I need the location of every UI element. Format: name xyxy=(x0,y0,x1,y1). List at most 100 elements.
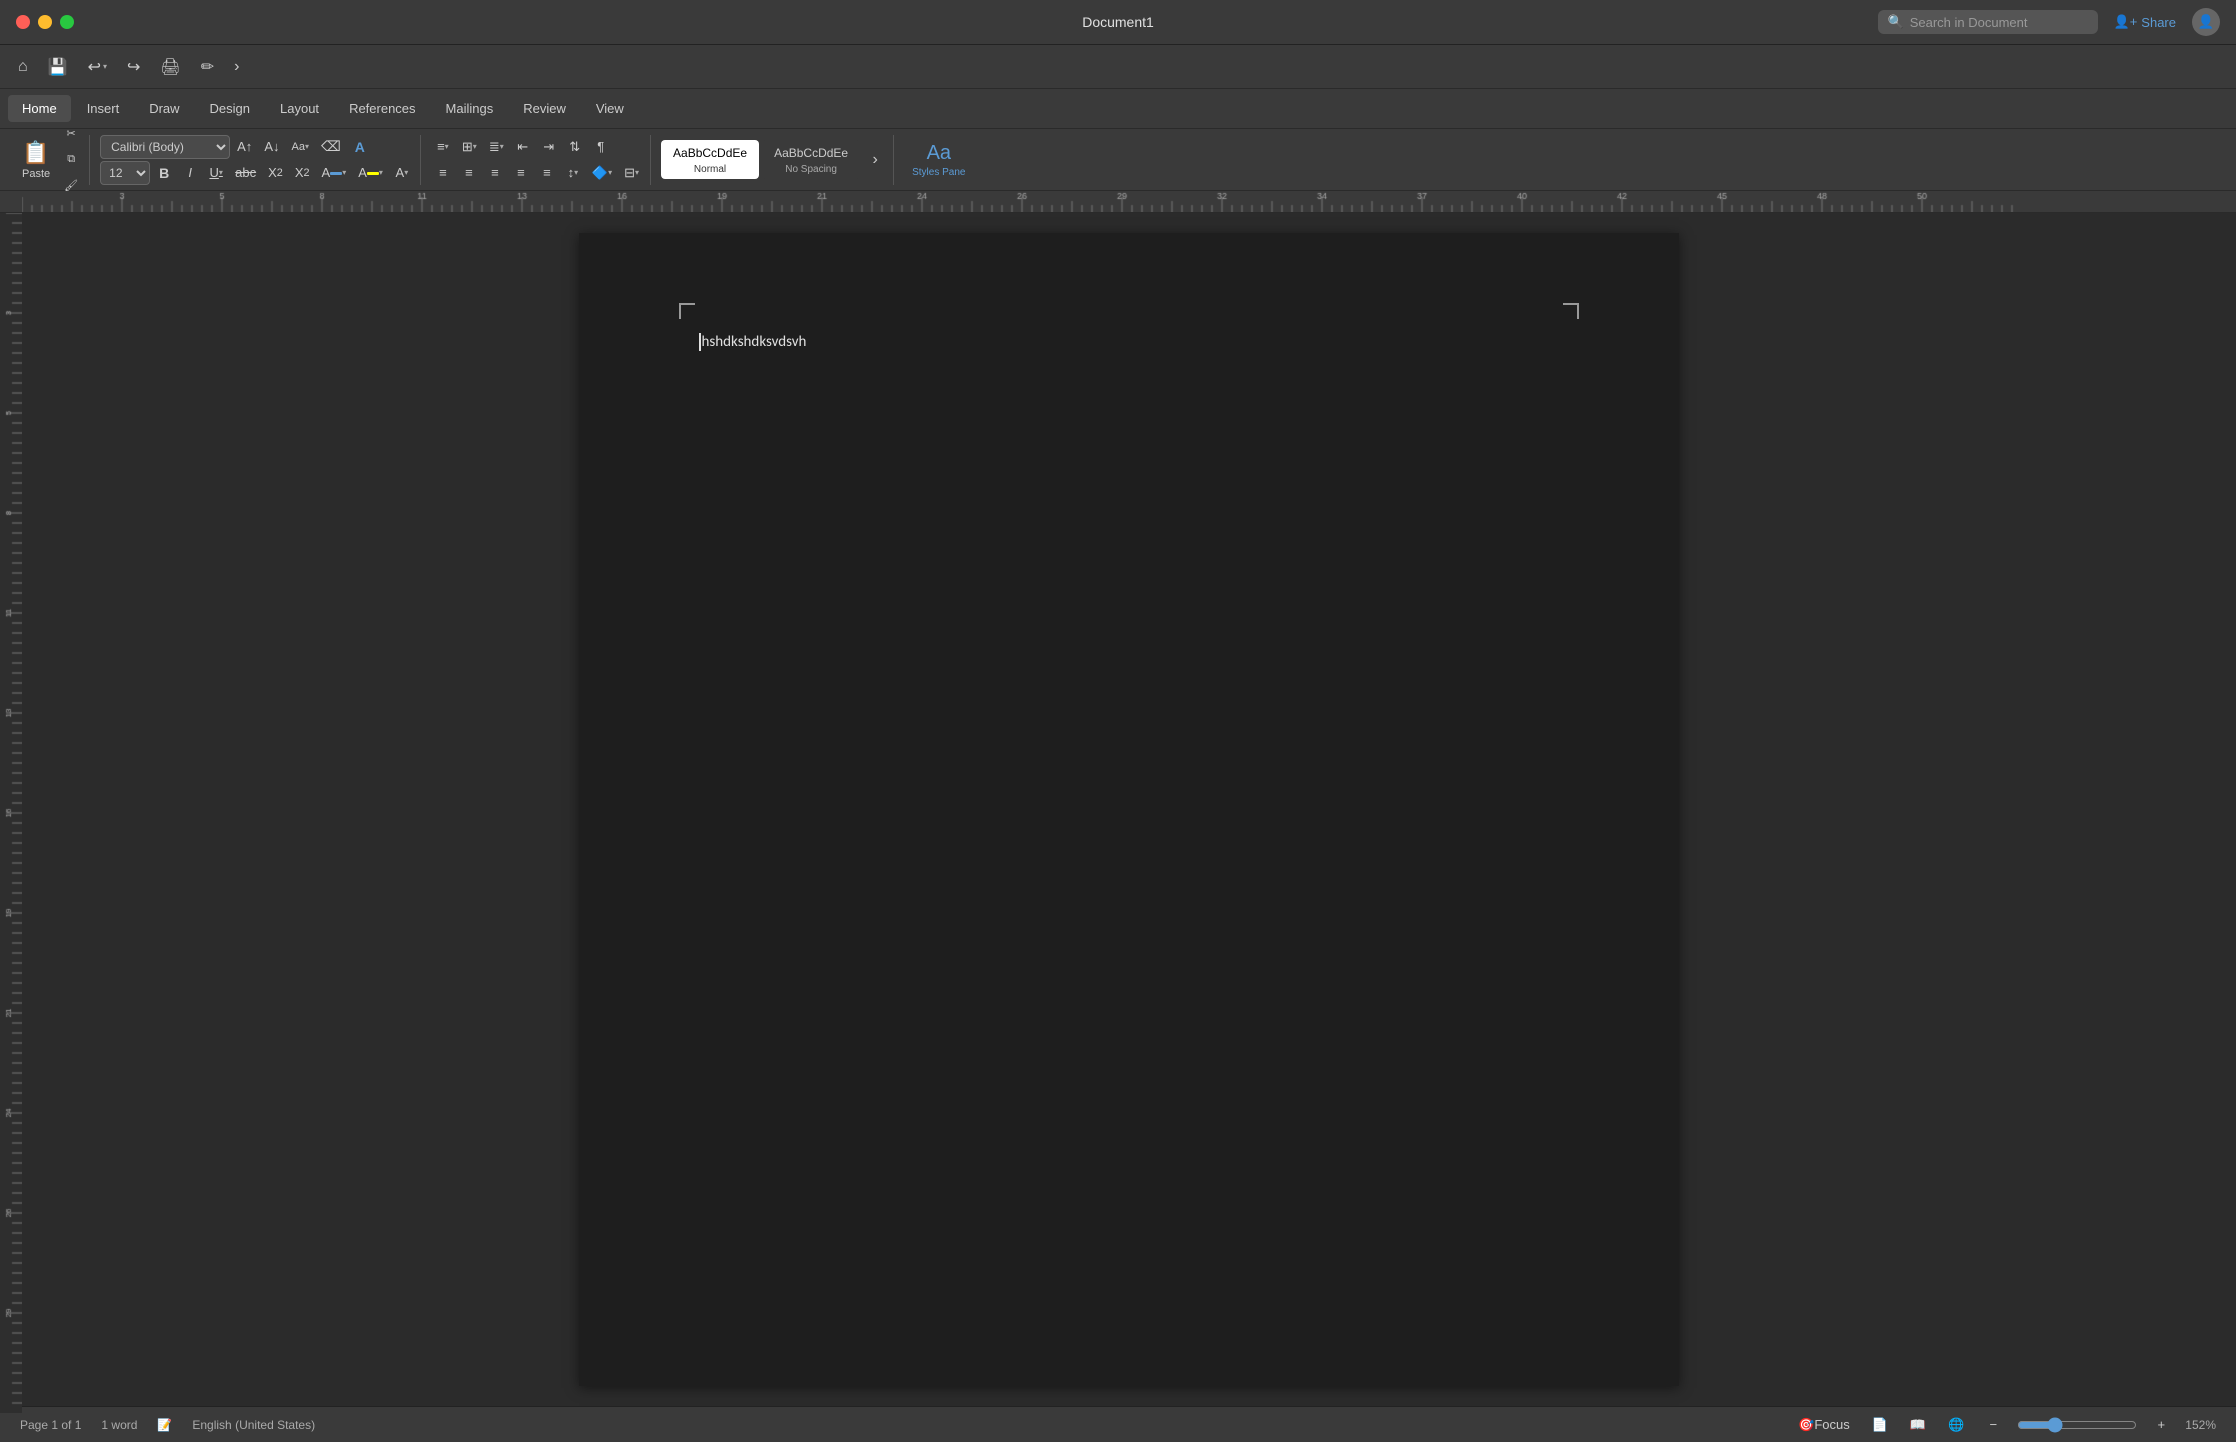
ribbon: 📋 Paste ✂ ⧉ 🖌 Calibri (Body) A↑ A↓ Aa▾ ⌫… xyxy=(0,129,2236,191)
styles-scroll-button[interactable]: › xyxy=(863,148,887,172)
tab-layout[interactable]: Layout xyxy=(266,95,333,122)
tab-design[interactable]: Design xyxy=(196,95,264,122)
decrease-indent-button[interactable]: ⇤ xyxy=(511,135,535,159)
paste-group: 📋 Paste ✂ ⧉ 🖌 xyxy=(10,135,90,185)
font-family-selector[interactable]: Calibri (Body) xyxy=(100,135,230,159)
align-right-button[interactable]: ≡ xyxy=(483,161,507,185)
search-placeholder: Search in Document xyxy=(1910,15,2028,30)
style-normal[interactable]: AaBbCcDdEe Normal xyxy=(661,140,759,179)
read-view-button[interactable]: 📖 xyxy=(1905,1413,1931,1437)
share-button[interactable]: 👤+ Share xyxy=(2114,14,2176,30)
main-area: hshdkshdksvdsvh xyxy=(0,213,2236,1406)
more-toolbar-button[interactable]: › xyxy=(228,54,245,80)
window-controls xyxy=(16,15,74,29)
document-text: hshdkshdksvdsvh xyxy=(702,333,807,351)
font-selectors: Calibri (Body) A↑ A↓ Aa▾ ⌫ A 12 B I U▾ a… xyxy=(100,135,414,185)
print-layout-button[interactable]: 📄 xyxy=(1867,1413,1893,1437)
corner-mark-top-left xyxy=(679,303,695,319)
multilevel-list-button[interactable]: ≣▾ xyxy=(484,135,509,159)
font-grow-button[interactable]: A↑ xyxy=(232,135,257,159)
zoom-in-button[interactable]: + xyxy=(2149,1413,2173,1437)
change-case-button[interactable]: Aa▾ xyxy=(286,135,313,159)
font-color-button[interactable]: A ▾ xyxy=(317,161,352,185)
word-count: 1 word xyxy=(101,1418,137,1432)
highlight-color-button[interactable]: A ▾ xyxy=(353,161,388,185)
undo-icon: ↩ xyxy=(88,57,101,77)
align-left-button[interactable]: ≡ xyxy=(431,161,455,185)
numbering-button[interactable]: ⊞▾ xyxy=(457,135,482,159)
font-size-selector[interactable]: 12 xyxy=(100,161,150,185)
customize-toolbar-button[interactable]: ✏ xyxy=(195,53,220,81)
styles-pane-label: Styles Pane xyxy=(912,167,965,178)
share-icon: 👤+ xyxy=(2114,14,2138,30)
search-box[interactable]: 🔍 Search in Document xyxy=(1878,10,2098,34)
print-toolbar-button[interactable]: 🖨 xyxy=(154,53,186,81)
web-layout-button[interactable]: 🌐 xyxy=(1943,1413,1969,1437)
menu-bar: Home Insert Draw Design Layout Reference… xyxy=(0,89,2236,129)
styles-pane-group: Aa Styles Pane xyxy=(898,135,979,185)
horizontal-ruler xyxy=(0,191,2236,213)
search-icon: 🔍 xyxy=(1888,14,1904,30)
font-color-a: A xyxy=(322,165,331,180)
text-effects-button[interactable]: A xyxy=(348,135,372,159)
save-toolbar-button[interactable]: 💾 xyxy=(42,53,74,81)
paste-button[interactable]: 📋 Paste xyxy=(16,136,56,184)
maximize-button[interactable] xyxy=(60,15,74,29)
copy-button[interactable]: ⧉ xyxy=(59,148,83,172)
styles-pane-button[interactable]: Aa Styles Pane xyxy=(904,138,973,182)
zoom-slider[interactable] xyxy=(2017,1417,2137,1433)
document-title: Document1 xyxy=(1082,14,1154,30)
show-formatting-button[interactable]: ¶ xyxy=(589,135,613,159)
tab-view[interactable]: View xyxy=(582,95,638,122)
text-shading-button[interactable]: A ▾ xyxy=(390,161,414,185)
tab-review[interactable]: Review xyxy=(509,95,580,122)
superscript-button[interactable]: X2 xyxy=(290,161,315,185)
clipboard-sub-buttons: ✂ ⧉ 🖌 xyxy=(59,122,83,198)
highlight-swatch xyxy=(367,172,379,175)
underline-button[interactable]: U▾ xyxy=(204,161,228,185)
tab-insert[interactable]: Insert xyxy=(73,95,134,122)
document-content[interactable]: hshdkshdksvdsvh xyxy=(699,333,1559,1306)
document-area[interactable]: hshdkshdksvdsvh xyxy=(22,213,2236,1406)
styles-group: AaBbCcDdEe Normal AaBbCcDdEe No Spacing … xyxy=(655,135,894,185)
share-label: Share xyxy=(2141,15,2176,30)
status-bar: Page 1 of 1 1 word 📝 English (United Sta… xyxy=(0,1406,2236,1442)
minimize-button[interactable] xyxy=(38,15,52,29)
style-no-spacing-label: No Spacing xyxy=(785,164,837,175)
focus-button[interactable]: 🎯 Focus xyxy=(1793,1413,1855,1437)
sort-button[interactable]: ⇅ xyxy=(563,135,587,159)
subscript-button[interactable]: X2 xyxy=(263,161,288,185)
increase-indent-button[interactable]: ⇥ xyxy=(537,135,561,159)
tab-draw[interactable]: Draw xyxy=(135,95,193,122)
shading-button[interactable]: 🔷▾ xyxy=(587,161,617,185)
bold-button[interactable]: B xyxy=(152,161,176,185)
strikethrough-button[interactable]: abc xyxy=(230,161,261,185)
font-shrink-button[interactable]: A↓ xyxy=(259,135,284,159)
line-spacing-button[interactable]: ↕▾ xyxy=(561,161,585,185)
close-button[interactable] xyxy=(16,15,30,29)
tab-mailings[interactable]: Mailings xyxy=(432,95,508,122)
status-left: Page 1 of 1 1 word 📝 English (United Sta… xyxy=(20,1418,315,1432)
style-no-spacing[interactable]: AaBbCcDdEe No Spacing xyxy=(762,140,860,179)
vertical-ruler xyxy=(0,213,22,1406)
focus-icon: 🎯 xyxy=(1798,1417,1814,1433)
clear-formatting-button[interactable]: ⌫ xyxy=(316,135,346,159)
user-avatar-button[interactable]: 👤 xyxy=(2192,8,2220,36)
bullets-button[interactable]: ≡▾ xyxy=(431,135,455,159)
align-center-button[interactable]: ≡ xyxy=(457,161,481,185)
font-row-1: Calibri (Body) A↑ A↓ Aa▾ ⌫ A xyxy=(100,135,414,159)
italic-button[interactable]: I xyxy=(178,161,202,185)
distributed-button[interactable]: ≡ xyxy=(535,161,559,185)
undo-toolbar-button[interactable]: ↩ ▾ xyxy=(82,53,113,81)
user-icon: 👤 xyxy=(2198,14,2215,30)
home-toolbar-button[interactable]: ⌂ xyxy=(12,54,34,80)
redo-toolbar-button[interactable]: ↪ xyxy=(121,53,146,81)
border-button[interactable]: ⊟▾ xyxy=(619,161,644,185)
tab-references[interactable]: References xyxy=(335,95,429,122)
zoom-out-button[interactable]: − xyxy=(1981,1413,2005,1437)
format-paste-button[interactable]: ✂ xyxy=(59,122,83,146)
tab-home[interactable]: Home xyxy=(8,95,71,122)
page-info: Page 1 of 1 xyxy=(20,1418,81,1432)
justify-button[interactable]: ≡ xyxy=(509,161,533,185)
style-normal-preview: AaBbCcDdEe xyxy=(669,144,751,162)
